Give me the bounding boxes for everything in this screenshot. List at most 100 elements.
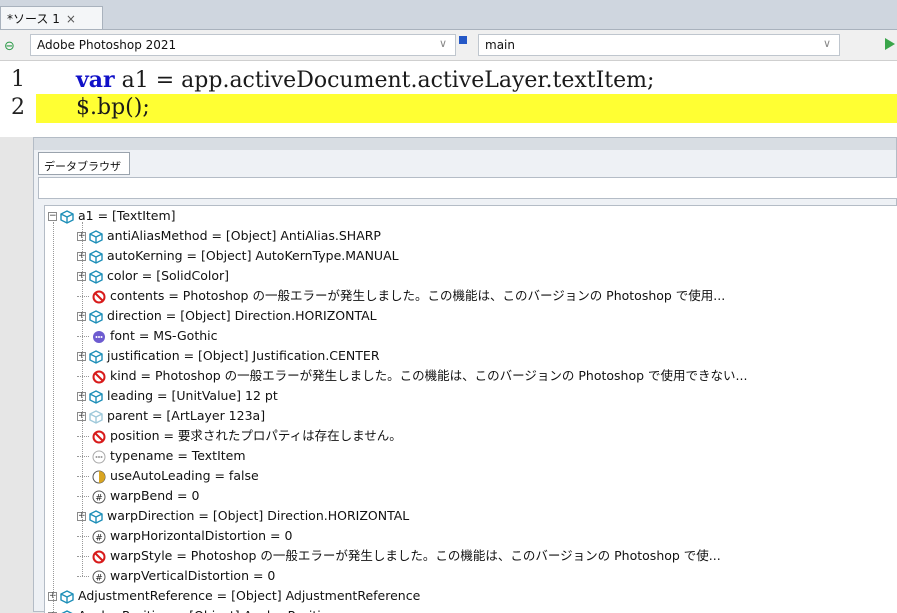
number-icon: # [92, 530, 106, 544]
tree-connector [77, 456, 89, 457]
tree-item-label: contents = Photoshop の一般エラーが発生しました。この機能は… [110, 288, 725, 303]
number-icon: # [92, 490, 106, 504]
tree-item-label: typename = TextItem [110, 448, 246, 463]
panel-titlebar[interactable] [34, 138, 896, 150]
editor-tabbar: *ソース 1 × [0, 0, 897, 30]
tree-item[interactable]: +justification = [Object] Justification.… [77, 346, 380, 366]
target-app-select[interactable]: Adobe Photoshop 2021 ∨ [30, 34, 456, 56]
tree-item-label: color = [SolidColor] [107, 268, 229, 283]
data-browser-panel: データブラウザ − a1 = [TextItem] +antiAliasMethod… [33, 137, 897, 612]
tree-item[interactable]: +autoKerning = [Object] AutoKernType.MAN… [77, 246, 399, 266]
object-icon [60, 610, 74, 613]
tree-item-label: leading = [UnitValue] 12 pt [107, 388, 278, 403]
tab-label: *ソース 1 [7, 12, 60, 26]
tree-item[interactable]: warpStyle = Photoshop の一般エラーが発生しました。この機能… [77, 546, 721, 566]
error-icon [92, 430, 106, 444]
object-icon [89, 390, 103, 404]
object-icon [60, 210, 74, 224]
tree-item-label: direction = [Object] Direction.HORIZONTA… [107, 308, 377, 323]
code-line[interactable]: $.bp(); [76, 94, 150, 122]
tab-source-1[interactable]: *ソース 1 × [0, 6, 103, 29]
tree-item[interactable]: +antiAliasMethod = [Object] AntiAlias.SH… [77, 226, 381, 246]
chevron-down-icon: ∨ [823, 37, 831, 50]
tree-connector [77, 476, 89, 477]
svg-text:#: # [95, 533, 103, 543]
tree-connector [77, 576, 89, 577]
tree-item[interactable]: +direction = [Object] Direction.HORIZONT… [77, 306, 377, 326]
tree-item-label: AdjustmentReference = [Object] Adjustmen… [78, 588, 420, 603]
tree-item[interactable]: typename = TextItem [77, 446, 246, 466]
code-line[interactable]: var a1 = app.activeDocument.activeLayer.… [76, 66, 654, 95]
code-text: $.bp(); [76, 95, 150, 120]
engine-value: main [485, 38, 515, 52]
target-app-value: Adobe Photoshop 2021 [37, 38, 176, 52]
tree-item-label: warpDirection = [Object] Direction.HORIZ… [107, 508, 409, 523]
tree-item[interactable]: +parent = [ArtLayer 123a] [77, 406, 265, 426]
chevron-down-icon: ∨ [439, 37, 447, 50]
tree-guide-line [53, 222, 54, 613]
engine-select[interactable]: main ∨ [478, 34, 840, 56]
data-tree[interactable]: − a1 = [TextItem] +antiAliasMethod = [Obje… [44, 205, 897, 613]
tree-connector [77, 496, 89, 497]
tab-data-browser[interactable]: データブラウザ [38, 152, 130, 175]
svg-text:#: # [95, 493, 103, 503]
collapse-icon[interactable]: − [48, 212, 57, 221]
object-icon [89, 510, 103, 524]
tree-item-label: antiAliasMethod = [Object] AntiAlias.SHA… [107, 228, 381, 243]
error-icon [92, 550, 106, 564]
tree-item-label: kind = Photoshop の一般エラーが発生しました。この機能は、このバ… [110, 368, 747, 383]
tree-item-label: font = MS-Gothic [110, 328, 217, 343]
boolean-icon [92, 470, 106, 484]
tree-item-label: a1 = [TextItem] [78, 208, 176, 223]
tree-item[interactable]: +AdjustmentReference = [Object] Adjustme… [48, 586, 420, 606]
code-editor[interactable]: 1 2 var a1 = app.activeDocument.activeLa… [0, 61, 897, 137]
tree-item[interactable]: +color = [SolidColor] [77, 266, 229, 286]
object-icon [89, 250, 103, 264]
tree-item[interactable]: font = MS-Gothic [77, 326, 217, 346]
line-number: 1 [0, 66, 36, 94]
tree-item[interactable]: useAutoLeading = false [77, 466, 259, 486]
error-icon [92, 370, 106, 384]
target-toolbar: ⊖ Adobe Photoshop 2021 ∨ main ∨ [0, 30, 897, 61]
run-icon[interactable] [885, 38, 895, 50]
tree-item[interactable]: position = 要求されたプロパティは存在しません。 [77, 426, 402, 446]
tree-connector [77, 536, 89, 537]
object-icon [89, 270, 103, 284]
engine-icon [459, 36, 467, 44]
tree-item-label: warpStyle = Photoshop の一般エラーが発生しました。この機能… [110, 548, 721, 563]
tree-item[interactable]: +leading = [UnitValue] 12 pt [77, 386, 278, 406]
tree-item-label: useAutoLeading = false [110, 468, 259, 483]
tree-item[interactable]: kind = Photoshop の一般エラーが発生しました。この機能は、このバ… [77, 366, 747, 386]
tree-item[interactable]: # warpHorizontalDistortion = 0 [77, 526, 292, 546]
tree-item[interactable]: # warpVerticalDistortion = 0 [77, 566, 275, 586]
line-number: 2 [0, 94, 36, 122]
line-gutter: 1 2 [0, 61, 36, 137]
tree-item-label: parent = [ArtLayer 123a] [107, 408, 265, 423]
tree-connector [77, 376, 89, 377]
tree-connector [77, 336, 89, 337]
string-faded-icon [92, 450, 106, 464]
svg-text:#: # [95, 573, 103, 583]
link-icon[interactable]: ⊖ [4, 39, 15, 54]
tree-connector [77, 296, 89, 297]
tree-item-label: warpBend = 0 [110, 488, 199, 503]
object-icon [60, 590, 74, 604]
object-icon [89, 310, 103, 324]
close-icon[interactable]: × [66, 12, 76, 26]
tree-item[interactable]: contents = Photoshop の一般エラーが発生しました。この機能は… [77, 286, 725, 306]
tree-guide-line [82, 222, 83, 576]
tree-item-label: position = 要求されたプロパティは存在しません。 [110, 428, 402, 443]
object-icon [89, 350, 103, 364]
string-icon [92, 330, 106, 344]
object-icon [89, 230, 103, 244]
tree-item[interactable]: +warpDirection = [Object] Direction.HORI… [77, 506, 409, 526]
tree-connector [77, 556, 89, 557]
tree-connector [77, 436, 89, 437]
tree-item[interactable]: # warpBend = 0 [77, 486, 199, 506]
tree-root-item[interactable]: − a1 = [TextItem] [48, 206, 176, 226]
code-keyword: var [76, 67, 115, 93]
tree-item-label: warpHorizontalDistortion = 0 [110, 528, 292, 543]
number-icon: # [92, 570, 106, 584]
tree-item-label: warpVerticalDistortion = 0 [110, 568, 275, 583]
filter-input[interactable] [38, 177, 897, 199]
